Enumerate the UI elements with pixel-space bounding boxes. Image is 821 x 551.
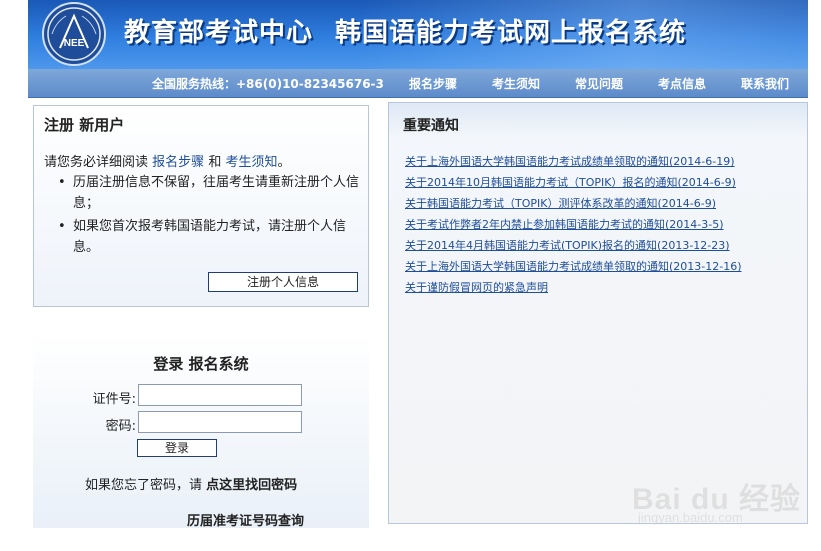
register-title: 注册 新用户 xyxy=(44,116,125,134)
notice-link[interactable]: 关于上海外国语大学韩国语能力考试成绩单领取的通知(2013-12-16) xyxy=(405,260,742,273)
login-panel: 登录 报名系统 证件号: 密码: 登录 如果您忘了密码，请 点这里找回密码 历届… xyxy=(33,333,369,529)
nee-logo: NEE xyxy=(42,2,106,66)
baidu-jingyan-watermark: Bai du 经验 jingyan.baidu.com xyxy=(632,466,800,530)
register-panel: 注册 新用户 请您务必详细阅读 报名步骤 和 考生须知。 历届注册信息不保留，往… xyxy=(33,105,369,307)
nav-item-faq[interactable]: 常见问题 xyxy=(575,75,623,92)
site-title-left: 教育部考试中心 xyxy=(124,18,314,48)
list-item: 关于谨防假冒网页的紧急声明 xyxy=(405,277,742,298)
notice-link[interactable]: 关于谨防假冒网页的紧急声明 xyxy=(405,281,548,294)
recover-password-link[interactable]: 点这里找回密码 xyxy=(206,478,297,493)
past-admission-number-query-link[interactable]: 历届准考证号码查询 xyxy=(187,510,304,529)
nav-item-register-steps[interactable]: 报名步骤 xyxy=(409,75,457,92)
register-personal-info-button[interactable]: 注册个人信息 xyxy=(208,272,358,292)
register-bullet-1: 历届注册信息不保留，往届考生请重新注册个人信息； xyxy=(56,172,361,214)
nav-item-test-centers[interactable]: 考点信息 xyxy=(658,75,706,92)
notice-link[interactable]: 关于上海外国语大学韩国语能力考试成绩单领取的通知(2014-6-19) xyxy=(405,155,735,168)
notice-link[interactable]: 关于考试作弊者2年内禁止参加韩国语能力考试的通知(2014-3-5) xyxy=(405,218,724,231)
notices-title: 重要通知 xyxy=(403,118,459,134)
logo-emblem-icon xyxy=(47,7,101,61)
nav-item-candidate-notice[interactable]: 考生须知 xyxy=(492,75,540,92)
watermark-sub: jingyan.baidu.com xyxy=(638,510,743,525)
list-item: 关于2014年4月韩国语能力考试(TOPIK)报名的通知(2013-12-23) xyxy=(405,235,742,256)
important-notices-panel: 重要通知 关于上海外国语大学韩国语能力考试成绩单领取的通知(2014-6-19)… xyxy=(388,102,808,524)
forgot-password-text: 如果您忘了密码，请 点这里找回密码 xyxy=(85,474,297,493)
service-hotline: 全国服务热线：+86(0)10-82345676-3 xyxy=(152,77,384,91)
list-item: 关于2014年10月韩国语能力考试（TOPIK）报名的通知(2014-6-9) xyxy=(405,172,742,193)
site-title: 教育部考试中心 韩国语能力考试网上报名系统 xyxy=(124,12,686,49)
notice-link[interactable]: 关于2014年10月韩国语能力考试（TOPIK）报名的通知(2014-6-9) xyxy=(405,176,736,189)
id-number-label: 证件号: xyxy=(92,392,136,407)
register-intro-prefix: 请您务必详细阅读 xyxy=(44,155,149,170)
register-steps-link[interactable]: 报名步骤 xyxy=(152,155,204,170)
logo-text: NEE xyxy=(63,38,85,49)
id-number-input[interactable] xyxy=(138,384,302,406)
register-bullet-2: 如果您首次报考韩国语能力考试，请注册个人信息。 xyxy=(56,216,361,258)
candidate-notice-link[interactable]: 考生须知 xyxy=(225,155,277,170)
register-bullet-list: 历届注册信息不保留，往届考生请重新注册个人信息； 如果您首次报考韩国语能力考试，… xyxy=(56,172,361,260)
register-intro-and: 和 xyxy=(208,155,222,170)
top-nav: 全国服务热线：+86(0)10-82345676-3 报名步骤 考生须知 常见问… xyxy=(28,69,808,98)
login-button[interactable]: 登录 xyxy=(137,439,217,457)
list-item: 关于上海外国语大学韩国语能力考试成绩单领取的通知(2013-12-16) xyxy=(405,256,742,277)
list-item: 关于上海外国语大学韩国语能力考试成绩单领取的通知(2014-6-19) xyxy=(405,151,742,172)
site-title-right: 韩国语能力考试网上报名系统 xyxy=(335,18,687,48)
notice-list: 关于上海外国语大学韩国语能力考试成绩单领取的通知(2014-6-19) 关于20… xyxy=(405,151,742,298)
login-title: 登录 报名系统 xyxy=(153,355,249,373)
nav-item-contact-us[interactable]: 联系我们 xyxy=(741,75,789,92)
header-banner: NEE 教育部考试中心 韩国语能力考试网上报名系统 xyxy=(28,0,808,69)
forgot-password-prefix: 如果您忘了密码，请 xyxy=(85,478,203,493)
password-label: 密码: xyxy=(105,419,136,434)
notice-link[interactable]: 关于2014年4月韩国语能力考试(TOPIK)报名的通知(2013-12-23) xyxy=(405,239,730,252)
password-input[interactable] xyxy=(138,411,302,433)
list-item: 关于考试作弊者2年内禁止参加韩国语能力考试的通知(2014-3-5) xyxy=(405,214,742,235)
list-item: 关于韩国语能力考试（TOPIK）测评体系改革的通知(2014-6-9) xyxy=(405,193,742,214)
notice-link[interactable]: 关于韩国语能力考试（TOPIK）测评体系改革的通知(2014-6-9) xyxy=(405,197,716,210)
register-intro-end: 。 xyxy=(277,155,291,170)
register-intro: 请您务必详细阅读 报名步骤 和 考生须知。 xyxy=(44,151,291,170)
